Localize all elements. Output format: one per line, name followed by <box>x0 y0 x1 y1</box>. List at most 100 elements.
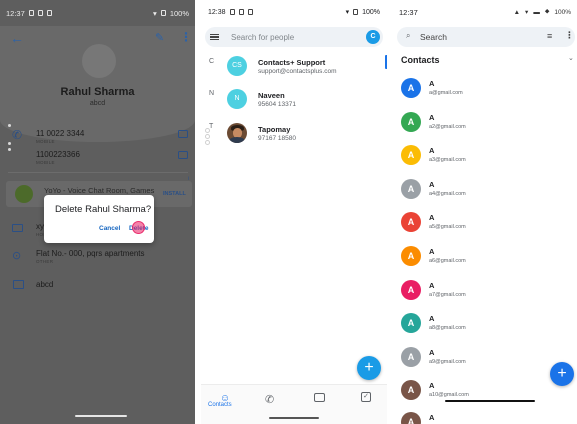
filter-icon[interactable]: ≡ <box>547 31 552 41</box>
contact-email: a9@gmail.com <box>429 359 466 365</box>
contact-detail: support@contactsplus.com <box>258 68 337 75</box>
address-value[interactable]: Flat No.- 000, pqrs apartments <box>36 249 145 258</box>
google-contacts-screen: 12:37 ▲ ▾ ▬ ⬥ 100% ⌕ Search ≡ ⋮ Contacts… <box>393 0 577 424</box>
notification-icon <box>238 9 244 15</box>
contacts-tab-label[interactable]: Contacts <box>208 402 232 408</box>
contact-email: a3@gmail.com <box>429 157 466 163</box>
contact-name[interactable]: A <box>429 413 434 422</box>
drag-handle-icon <box>205 128 210 133</box>
wifi-icon: ▾ <box>153 8 157 18</box>
contact-name[interactable]: Naveen <box>258 91 285 100</box>
more-options-icon[interactable]: ⋮ <box>565 30 574 41</box>
battery-level: 100% <box>362 8 380 16</box>
contact-name[interactable]: A <box>429 213 434 222</box>
section-letter: N <box>209 90 215 97</box>
contact-avatar: A <box>401 412 421 424</box>
phone-row-2[interactable]: 1100223366 MOBILE <box>36 150 80 165</box>
tap-indicator <box>132 221 145 234</box>
phone-label: MOBILE <box>36 160 55 165</box>
contact-detail: 95604 13371 <box>258 101 296 108</box>
battery-icon <box>353 9 359 15</box>
drag-handle-icon <box>205 140 210 145</box>
contact-email: a10@gmail.com <box>429 392 469 398</box>
phone-label: MOBILE <box>36 139 55 144</box>
wifi-icon: ▾ <box>345 9 350 16</box>
phone-row-1[interactable]: 11 0022 3344 MOBILE <box>36 129 84 144</box>
contact-name[interactable]: Tapomay <box>258 125 290 134</box>
contact-name[interactable]: A <box>429 348 434 357</box>
phone-tab-icon[interactable]: ✆ <box>265 393 274 406</box>
phone-number: 11 0022 3344 <box>36 129 85 138</box>
ad-info-icon[interactable]: i <box>188 176 189 182</box>
contact-avatar: A <box>401 380 421 400</box>
contact-avatar: A <box>401 145 421 165</box>
cancel-button[interactable]: Cancel <box>99 225 120 232</box>
drag-dot <box>8 142 11 145</box>
contact-email: a5@gmail.com <box>429 224 466 230</box>
collapse-icon[interactable]: ⌄ <box>568 54 574 62</box>
contact-name[interactable]: A <box>429 247 434 256</box>
notification-icon <box>46 10 52 16</box>
contact-email: a4@gmail.com <box>429 191 466 197</box>
menu-icon[interactable] <box>210 34 219 40</box>
ad-text: YoYo - Voice Chat Room, Games <box>44 186 155 195</box>
messages-tab-icon[interactable] <box>314 393 325 402</box>
contact-avatar: N <box>227 89 247 109</box>
contact-avatar: A <box>401 347 421 367</box>
panel-gap <box>387 0 393 424</box>
message-icon[interactable] <box>178 151 188 159</box>
contact-avatar: A <box>401 112 421 132</box>
home-indicator <box>75 415 127 417</box>
contact-name[interactable]: A <box>429 381 434 390</box>
contact-email: a6@gmail.com <box>429 258 466 264</box>
contact-name[interactable]: A <box>429 79 434 88</box>
dialog-title: Delete Rahul Sharma? <box>55 204 152 215</box>
edit-pencil-icon[interactable]: ✎ <box>155 31 164 44</box>
wifi-icon: ▾ <box>525 9 529 16</box>
search-icon: ⌕ <box>406 31 411 40</box>
contact-avatar: A <box>401 212 421 232</box>
account-avatar[interactable]: C <box>366 30 380 44</box>
briefcase-icon <box>13 280 24 289</box>
contact-name[interactable]: A <box>429 146 434 155</box>
status-time: 12:37 <box>399 7 418 17</box>
back-arrow-icon[interactable]: ← <box>10 30 24 46</box>
note-value: abcd <box>36 280 54 289</box>
status-bar: 12:37 ▲ ▾ ▬ ⬥ 100% <box>393 0 577 24</box>
status-time: 12:37 <box>6 8 25 18</box>
contact-avatar: A <box>401 280 421 300</box>
home-indicator <box>445 400 535 402</box>
contact-name[interactable]: A <box>429 314 434 323</box>
photo-shirt <box>229 137 245 143</box>
battery-level: 100% <box>554 8 571 16</box>
section-letter: C <box>209 58 215 65</box>
message-icon[interactable] <box>178 130 188 138</box>
search-input[interactable]: Search for people <box>231 33 294 42</box>
contact-email: a2@gmail.com <box>429 124 466 130</box>
add-contact-button[interactable]: + <box>357 356 381 380</box>
search-input[interactable]: Search <box>420 32 447 42</box>
contact-name[interactable]: Contacts+ Support <box>258 58 325 67</box>
contact-email: a8@gmail.com <box>429 325 466 331</box>
battery-icon <box>160 10 166 16</box>
tasks-tab-icon[interactable]: ✓ <box>361 392 371 402</box>
add-contact-button[interactable]: + <box>550 362 574 386</box>
contact-avatar: CS <box>227 56 247 76</box>
contact-detail: 97167 18580 <box>258 135 296 142</box>
avatar <box>82 44 116 78</box>
ad-install-button[interactable]: INSTALL <box>163 191 186 197</box>
email-icon <box>12 224 23 232</box>
delete-confirm-dialog: Delete Rahul Sharma? Cancel Delete <box>44 195 154 243</box>
contact-name[interactable]: A <box>429 113 434 122</box>
contact-email: a@gmail.com <box>429 90 463 96</box>
contact-name[interactable]: A <box>429 180 434 189</box>
more-options-icon[interactable]: ⋮ <box>180 30 192 44</box>
contact-name[interactable]: A <box>429 281 434 290</box>
contact-avatar: A <box>401 179 421 199</box>
drag-handle-icon <box>205 134 210 139</box>
contact-detail-screen: 12:37 ▾ 100% ← ✎ ⋮ Rahul Sharma abcd ✆ 1… <box>0 0 195 424</box>
phone-number: 1100223366 <box>36 150 80 159</box>
notification-icon <box>247 9 253 15</box>
contact-name: Rahul Sharma <box>60 86 135 98</box>
notification-icon <box>28 10 34 16</box>
